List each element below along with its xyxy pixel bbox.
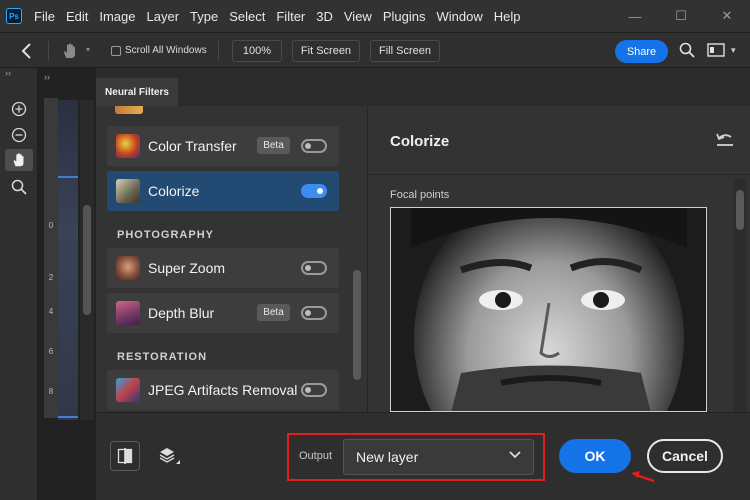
filter-label: Color Transfer bbox=[148, 138, 237, 154]
annotation-arrow-icon bbox=[628, 466, 658, 486]
canvas-guide-line bbox=[58, 416, 78, 418]
ruler-number: 0 bbox=[48, 221, 54, 230]
colorize-toggle[interactable] bbox=[301, 184, 327, 198]
ok-button[interactable]: OK bbox=[559, 439, 631, 473]
menu-window[interactable]: Window bbox=[436, 9, 482, 24]
filter-item-jpeg-artifacts-removal[interactable]: JPEG Artifacts Removal bbox=[107, 370, 339, 410]
focal-points-preview-image[interactable] bbox=[390, 207, 707, 412]
menu-image[interactable]: Image bbox=[99, 9, 135, 24]
menu-edit[interactable]: Edit bbox=[66, 9, 88, 24]
output-select[interactable]: New layer bbox=[343, 439, 534, 475]
collapse-panel-icon[interactable]: ›› bbox=[5, 68, 11, 78]
color-transfer-thumbnail bbox=[116, 134, 140, 158]
canvas-guide-line bbox=[58, 176, 78, 178]
output-label: Output bbox=[299, 450, 333, 462]
menu-layer[interactable]: Layer bbox=[147, 9, 180, 24]
filter-label: Super Zoom bbox=[148, 260, 226, 276]
beta-badge: Beta bbox=[257, 304, 290, 321]
fill-screen-button[interactable]: Fill Screen bbox=[370, 40, 440, 62]
filter-item-depth-blur[interactable]: Depth Blur Beta bbox=[107, 293, 339, 333]
menu-file[interactable]: File bbox=[34, 9, 55, 24]
preset-dropdown-chevron-icon[interactable]: ▾ bbox=[86, 45, 90, 54]
ruler-number: 8 bbox=[48, 387, 54, 396]
zoom-100-button[interactable]: 100% bbox=[232, 40, 282, 62]
collapse-panel-icon[interactable]: ›› bbox=[44, 72, 50, 82]
chevron-down-icon[interactable] bbox=[509, 449, 521, 463]
zoom-in-icon[interactable] bbox=[5, 98, 33, 120]
fit-screen-button[interactable]: Fit Screen bbox=[292, 40, 360, 62]
menu-bar: Ps File Edit Image Layer Type Select Fil… bbox=[0, 0, 750, 32]
color-transfer-toggle[interactable] bbox=[301, 139, 327, 153]
filter-item-super-zoom[interactable]: Super Zoom bbox=[107, 248, 339, 288]
focal-points-label: Focal points bbox=[390, 189, 450, 201]
jpeg-artifacts-toggle[interactable] bbox=[301, 383, 327, 397]
tab-neural-filters[interactable]: Neural Filters bbox=[96, 78, 178, 106]
search-icon[interactable] bbox=[679, 42, 695, 61]
super-zoom-thumbnail bbox=[116, 256, 140, 280]
back-chevron-icon[interactable] bbox=[20, 42, 34, 63]
ruler-number: 4 bbox=[48, 307, 54, 316]
layers-icon[interactable] bbox=[155, 441, 185, 471]
photoshop-logo-icon: Ps bbox=[6, 8, 22, 24]
vertical-ruler: 0 2 4 6 8 bbox=[44, 98, 58, 418]
filter-label: JPEG Artifacts Removal bbox=[148, 382, 298, 398]
menu-filter[interactable]: Filter bbox=[276, 9, 305, 24]
filter-list-scrollbar-thumb[interactable] bbox=[353, 270, 361, 380]
depth-blur-toggle[interactable] bbox=[301, 306, 327, 320]
maximize-button[interactable]: ☐ bbox=[663, 0, 699, 32]
filter-item-color-transfer[interactable]: Color Transfer Beta bbox=[107, 126, 339, 166]
menu-3d[interactable]: 3D bbox=[316, 9, 333, 24]
neural-filters-tabbar bbox=[96, 78, 750, 106]
super-zoom-toggle[interactable] bbox=[301, 261, 327, 275]
depth-blur-thumbnail bbox=[116, 301, 140, 325]
menu-type[interactable]: Type bbox=[190, 9, 218, 24]
tools-panel: ›› bbox=[0, 68, 38, 500]
minimize-button[interactable]: — bbox=[617, 0, 653, 32]
options-separator bbox=[218, 41, 219, 61]
section-heading-photography: PHOTOGRAPHY bbox=[117, 229, 214, 241]
output-selected-value: New layer bbox=[356, 449, 419, 465]
menu-view[interactable]: View bbox=[344, 9, 372, 24]
filter-thumbnail bbox=[115, 106, 143, 114]
workspace-icon[interactable] bbox=[707, 43, 725, 60]
cancel-button[interactable]: Cancel bbox=[647, 439, 723, 473]
jpeg-artifacts-thumbnail bbox=[116, 378, 140, 402]
colorize-thumbnail bbox=[116, 179, 140, 203]
panel-divider bbox=[367, 106, 368, 412]
hand-tool-preset-icon[interactable] bbox=[60, 41, 80, 64]
zoom-out-icon[interactable] bbox=[5, 124, 33, 146]
scroll-all-windows-checkbox[interactable] bbox=[111, 46, 121, 56]
menu-help[interactable]: Help bbox=[494, 9, 521, 24]
filter-item-colorize[interactable]: Colorize bbox=[107, 171, 339, 211]
beta-badge: Beta bbox=[257, 137, 290, 154]
options-separator bbox=[48, 41, 49, 61]
reset-icon[interactable] bbox=[715, 131, 735, 149]
canvas-scrollbar-thumb[interactable] bbox=[83, 205, 91, 315]
workspace-dropdown-chevron-icon[interactable]: ▾ bbox=[731, 45, 736, 56]
menu-plugins[interactable]: Plugins bbox=[383, 9, 426, 24]
menu-select[interactable]: Select bbox=[229, 9, 265, 24]
ruler-number: 2 bbox=[48, 273, 54, 282]
canvas-image-edge bbox=[58, 100, 78, 420]
settings-scrollbar-thumb[interactable] bbox=[736, 190, 744, 230]
filter-label: Colorize bbox=[148, 183, 200, 199]
split-view-icon[interactable] bbox=[110, 441, 140, 471]
settings-title: Colorize bbox=[390, 133, 450, 150]
filter-label: Depth Blur bbox=[148, 305, 215, 321]
scroll-all-windows-label: Scroll All Windows bbox=[125, 45, 207, 56]
options-bar: ▾ Scroll All Windows 100% Fit Screen Fil… bbox=[0, 32, 750, 68]
ruler-number: 6 bbox=[48, 347, 54, 356]
section-heading-restoration: RESTORATION bbox=[117, 351, 208, 363]
settings-divider bbox=[368, 174, 750, 175]
zoom-tool-icon[interactable] bbox=[5, 176, 33, 198]
hand-tool-icon[interactable] bbox=[5, 149, 33, 171]
close-window-button[interactable]: ✕ bbox=[709, 0, 745, 32]
share-button[interactable]: Share bbox=[615, 40, 668, 63]
